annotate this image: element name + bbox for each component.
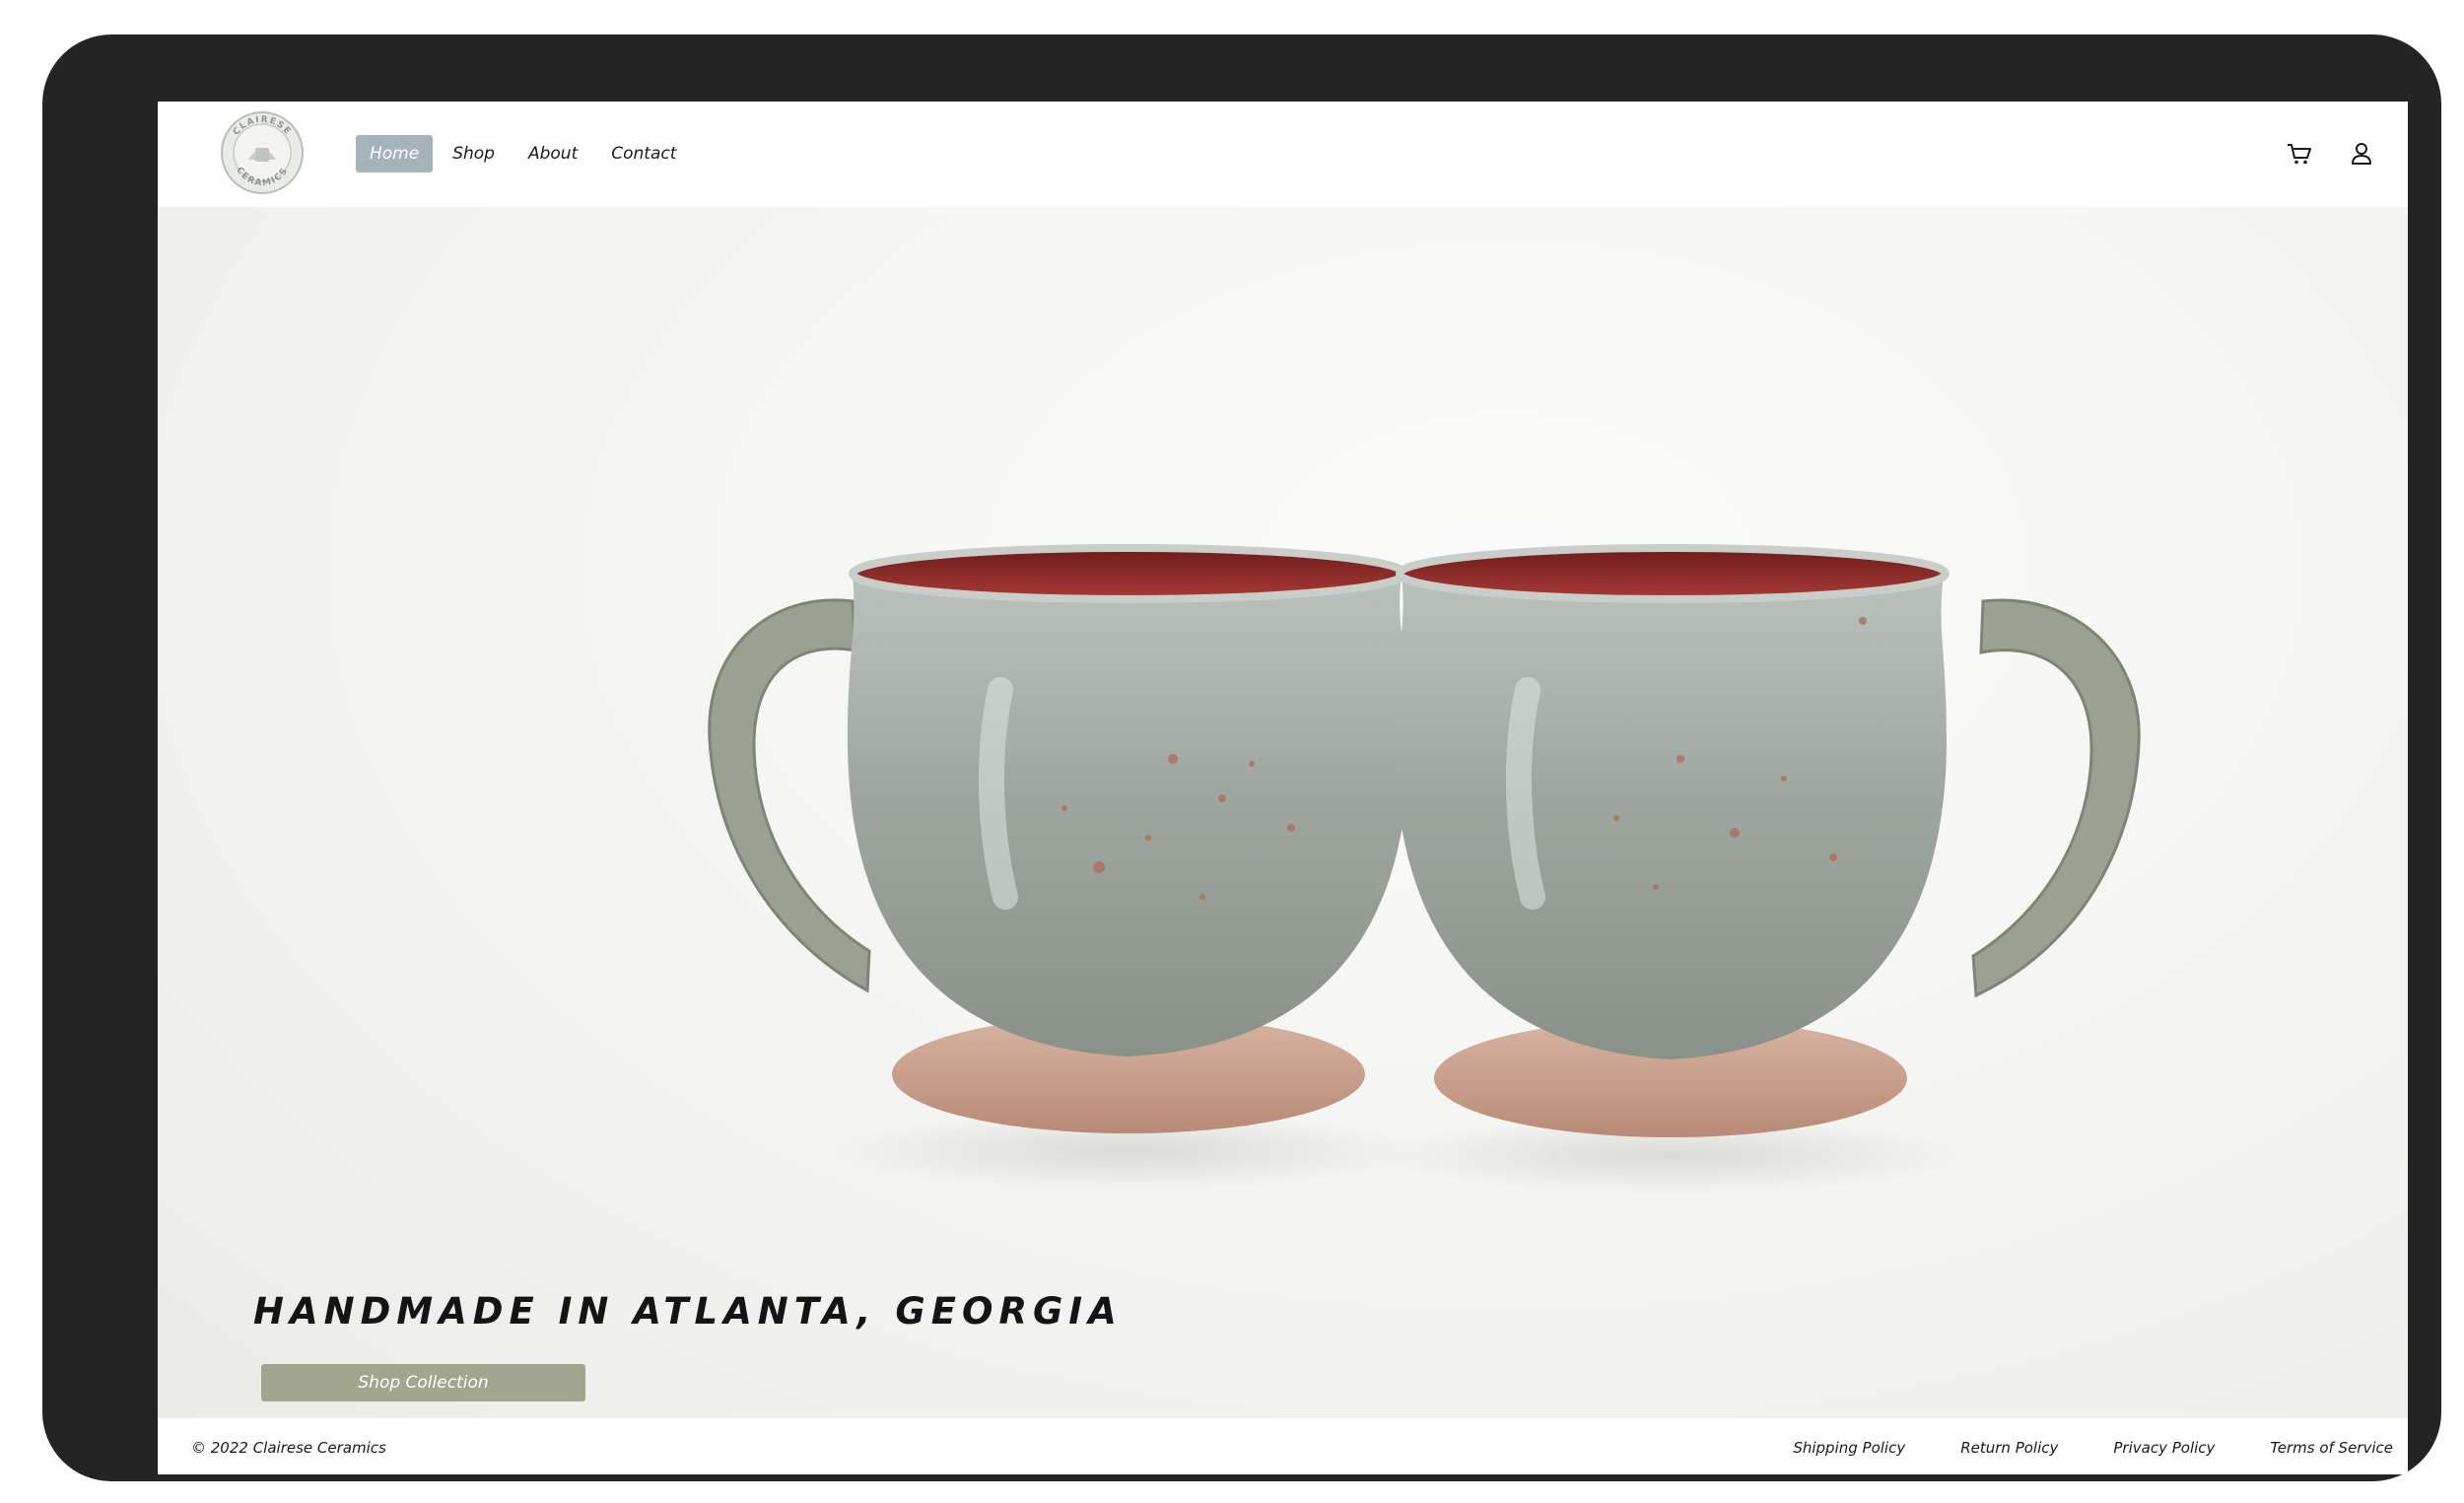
- user-icon[interactable]: [2347, 139, 2376, 169]
- cart-icon[interactable]: [2285, 139, 2314, 169]
- device-frame: CLAIRESE CERAMICS Home Shop About Contac…: [42, 34, 2441, 1481]
- footer-links: Shipping Policy Return Policy Privacy Po…: [1738, 1439, 2393, 1457]
- browser-viewport: CLAIRESE CERAMICS Home Shop About Contac…: [158, 102, 2408, 1474]
- nav-shop[interactable]: Shop: [439, 135, 509, 172]
- footer-link-shipping-policy[interactable]: Shipping Policy: [1793, 1439, 1905, 1457]
- nav-home[interactable]: Home: [356, 135, 434, 172]
- logo-seal: CLAIRESE CERAMICS: [221, 111, 304, 194]
- footer-link-privacy-policy[interactable]: Privacy Policy: [2113, 1439, 2215, 1457]
- hero-title: HANDMADE IN ATLANTA, GEORGIA: [253, 1290, 1123, 1332]
- hero-image-mugs: [708, 544, 2141, 1195]
- site-header: CLAIRESE CERAMICS Home Shop About Contac…: [158, 102, 2408, 207]
- footer-link-return-policy[interactable]: Return Policy: [1960, 1439, 2058, 1457]
- brand-logo[interactable]: CLAIRESE CERAMICS: [220, 110, 305, 195]
- main-nav: Home Shop About Contact: [356, 135, 696, 172]
- site-footer: © 2022 Clairese Ceramics Shipping Policy…: [158, 1418, 2408, 1474]
- nav-about[interactable]: About: [514, 135, 591, 172]
- shop-collection-button[interactable]: Shop Collection: [261, 1364, 585, 1401]
- copyright-text: © 2022 Clairese Ceramics: [191, 1439, 386, 1457]
- hero-section: HANDMADE IN ATLANTA, GEORGIA Shop Collec…: [158, 207, 2408, 1418]
- nav-contact[interactable]: Contact: [597, 135, 690, 172]
- footer-link-terms-of-service[interactable]: Terms of Service: [2270, 1439, 2393, 1457]
